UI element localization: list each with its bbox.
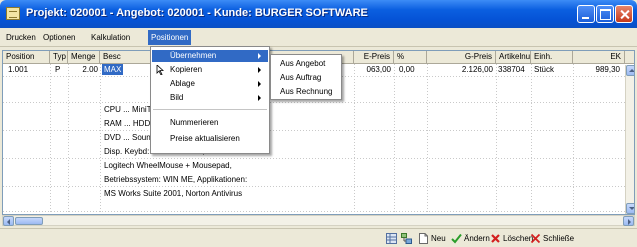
- minimize-button[interactable]: [577, 5, 595, 23]
- menu-optionen[interactable]: Optionen: [40, 30, 78, 45]
- menu-item-label: Ablage: [170, 79, 195, 88]
- maximize-button[interactable]: [596, 5, 614, 23]
- cell-epreis: 063,00: [366, 65, 391, 74]
- positionen-menu: Übernehmen Kopieren Ablage Bild Nummerie…: [150, 46, 270, 154]
- submenu-arrow-icon: [258, 67, 261, 73]
- grid-line: [3, 186, 634, 187]
- cursor-icon: [156, 65, 165, 75]
- menu-item-preise-aktualisieren[interactable]: Preise aktualisieren: [152, 133, 268, 145]
- close-x-icon[interactable]: [530, 233, 541, 244]
- menu-kalkulation[interactable]: Kalkulation: [88, 30, 133, 45]
- scroll-down-button[interactable]: [626, 203, 634, 214]
- grid-line: [100, 64, 101, 214]
- column-header-epreis[interactable]: E-Preis: [354, 51, 394, 64]
- schliessen-button[interactable]: Schließe: [543, 232, 574, 245]
- submenu-arrow-icon: [258, 95, 261, 101]
- grid-line: [3, 158, 634, 159]
- column-header-menge[interactable]: Menge: [68, 51, 100, 64]
- column-header-rabatt[interactable]: %: [394, 51, 427, 64]
- grid-line: [50, 64, 51, 214]
- menu-positionen[interactable]: Positionen: [148, 30, 192, 45]
- menu-item-nummerieren[interactable]: Nummerieren: [152, 117, 268, 129]
- cell-gpreis: 2.126,00: [461, 65, 493, 74]
- menu-item-aus-angebot[interactable]: Aus Angebot: [272, 58, 340, 70]
- grid-line: [496, 64, 497, 214]
- uebernehmen-submenu: Aus Angebot Aus Auftrag Aus Rechnung: [270, 54, 342, 100]
- grid-line: [354, 64, 355, 214]
- description-line: Logitech WheelMouse + Mousepad,: [104, 161, 232, 170]
- menu-separator: [153, 109, 267, 110]
- close-button[interactable]: [615, 5, 633, 23]
- scroll-left-button[interactable]: [3, 216, 14, 226]
- tree-icon[interactable]: [401, 233, 412, 244]
- description-line: Betriebssystem: WIN ME, Applikationen:: [104, 175, 248, 184]
- menu-item-label: Bild: [170, 93, 184, 102]
- grid-line: [531, 64, 532, 214]
- cell-typ: P: [55, 65, 61, 74]
- menu-bar: Drucken Optionen Kalkulation Positionen: [0, 28, 637, 47]
- grid-view-icon[interactable]: [386, 233, 397, 244]
- column-header-einheit[interactable]: Einh.: [531, 51, 573, 64]
- menu-item-label: Übernehmen: [170, 51, 217, 60]
- scroll-thumb[interactable]: [15, 217, 43, 225]
- column-header-typ[interactable]: Typ: [50, 51, 68, 64]
- app-icon: [6, 7, 20, 20]
- horizontal-scrollbar[interactable]: [2, 215, 635, 226]
- menu-item-ablage[interactable]: Ablage: [152, 78, 268, 90]
- neu-button[interactable]: Neu: [431, 232, 446, 245]
- checkmark-icon[interactable]: [451, 233, 462, 244]
- column-header-position[interactable]: Position: [3, 51, 50, 64]
- menu-item-aus-rechnung[interactable]: Aus Rechnung: [272, 86, 340, 98]
- cell-einheit: Stück: [534, 65, 555, 74]
- grid-line: [573, 64, 574, 214]
- cell-position: 1.001: [8, 65, 29, 74]
- window-title: Projekt: 020001 - Angebot: 020001 - Kund…: [26, 7, 368, 19]
- menu-item-label: Kopieren: [170, 65, 203, 74]
- menu-item-uebernehmen[interactable]: Übernehmen: [152, 50, 268, 62]
- grid-line: [3, 130, 634, 131]
- grid-line: [3, 102, 634, 103]
- cell-menge: 2.00: [82, 65, 98, 74]
- bottom-toolbar: Neu Ändern Löschen Schließe: [0, 228, 637, 247]
- cell-artikelnummer: 338704: [498, 65, 525, 74]
- cell-rabatt: 0,00: [399, 65, 415, 74]
- loeschen-button[interactable]: Löschen: [503, 232, 533, 245]
- menu-item-aus-auftrag[interactable]: Aus Auftrag: [272, 72, 340, 84]
- grid-line: [427, 64, 428, 214]
- column-header-gpreis[interactable]: G-Preis: [427, 51, 496, 64]
- menu-drucken[interactable]: Drucken: [3, 30, 39, 45]
- cell-beschreibung: MAX: [102, 64, 124, 75]
- scroll-right-button[interactable]: [623, 216, 634, 226]
- grid-line: [3, 211, 634, 212]
- column-header-ek[interactable]: EK: [573, 51, 625, 64]
- submenu-arrow-icon: [258, 53, 261, 59]
- new-document-icon[interactable]: [418, 233, 429, 244]
- column-header-artikelnummer[interactable]: Artikelnumme: [496, 51, 531, 64]
- description-line: MS Works Suite 2001, Norton Antivirus: [104, 189, 243, 198]
- scroll-up-button[interactable]: [626, 65, 634, 76]
- cell-ek: 989,30: [595, 65, 620, 74]
- aendern-button[interactable]: Ändern: [464, 232, 490, 245]
- menu-item-kopieren[interactable]: Kopieren: [152, 64, 268, 76]
- menu-item-bild[interactable]: Bild: [152, 92, 268, 104]
- delete-icon[interactable]: [490, 233, 501, 244]
- grid-line: [394, 64, 395, 214]
- submenu-arrow-icon: [258, 81, 261, 87]
- title-bar: Projekt: 020001 - Angebot: 020001 - Kund…: [0, 0, 637, 28]
- grid-line: [68, 64, 69, 214]
- vertical-scrollbar[interactable]: [625, 65, 634, 214]
